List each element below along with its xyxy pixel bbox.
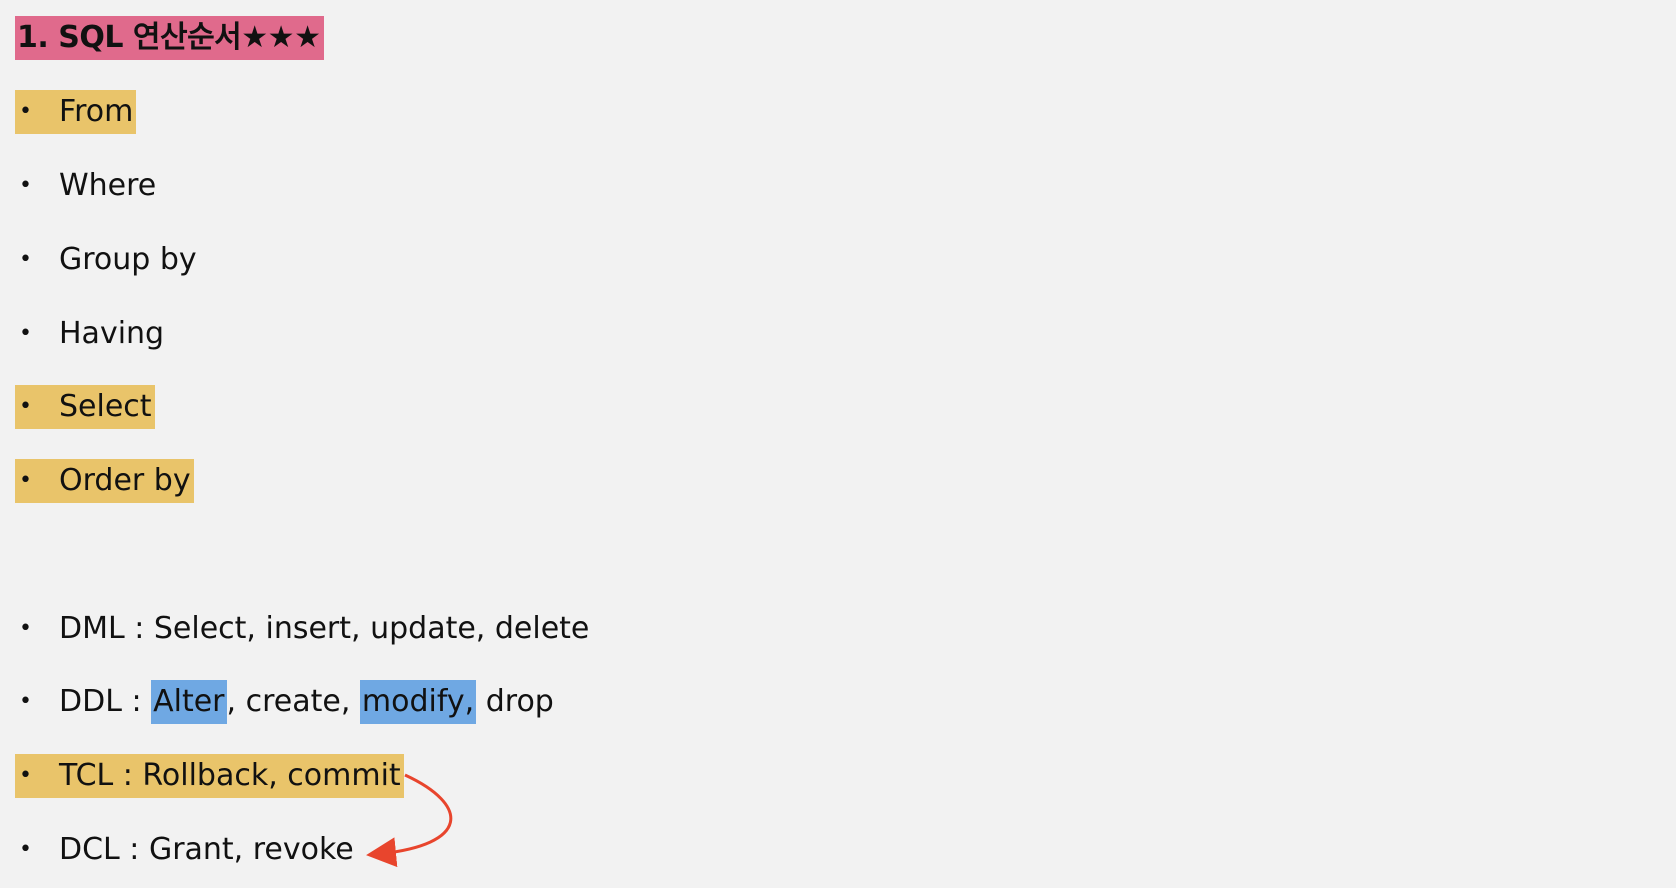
list-item-where: • Where bbox=[15, 164, 156, 208]
ddl-suffix: drop bbox=[476, 684, 554, 719]
list-item-ddl: • DDL : Alter, create, modify, drop bbox=[15, 680, 554, 724]
bullet: • bbox=[19, 99, 32, 124]
page-title: 1. SQL 연산순서★★★ bbox=[15, 16, 325, 60]
ddl-modify-highlight: modify, bbox=[359, 680, 477, 724]
list-item-label: From bbox=[59, 94, 134, 129]
bullet: • bbox=[19, 321, 32, 346]
list-item-label: DML : Select, insert, update, delete bbox=[59, 611, 590, 646]
list-item-label: Group by bbox=[59, 242, 197, 277]
list-item-order-by: • Order by bbox=[15, 459, 194, 503]
bullet: • bbox=[19, 763, 32, 788]
bullet: • bbox=[19, 394, 32, 419]
list-item-label: Select bbox=[59, 389, 152, 424]
list-item-select: • Select bbox=[15, 385, 155, 429]
list-item-from: • From bbox=[15, 90, 137, 134]
list-item-label: Having bbox=[59, 316, 165, 351]
ddl-alter-highlight: Alter bbox=[151, 680, 227, 724]
bullet: • bbox=[19, 247, 32, 272]
list-item-label: Order by bbox=[59, 463, 191, 498]
list-item-dml: • DML : Select, insert, update, delete bbox=[15, 607, 589, 651]
list-item-tcl: • TCL : Rollback, commit bbox=[15, 754, 404, 798]
list-item-label: Where bbox=[59, 168, 157, 203]
ddl-middle: , create, bbox=[226, 684, 360, 719]
bullet: • bbox=[19, 468, 32, 493]
list-item-group-by: • Group by bbox=[15, 238, 197, 282]
bullet: • bbox=[19, 689, 32, 714]
list-item-label: DCL : Grant, revoke bbox=[59, 832, 354, 867]
list-item-label: TCL : Rollback, commit bbox=[59, 758, 401, 793]
bullet: • bbox=[19, 616, 32, 641]
list-item-dcl: • DCL : Grant, revoke bbox=[15, 828, 354, 872]
bullet: • bbox=[19, 837, 32, 862]
bullet: • bbox=[19, 173, 32, 198]
list-item-having: • Having bbox=[15, 312, 164, 356]
ddl-prefix: DDL : bbox=[59, 684, 152, 719]
